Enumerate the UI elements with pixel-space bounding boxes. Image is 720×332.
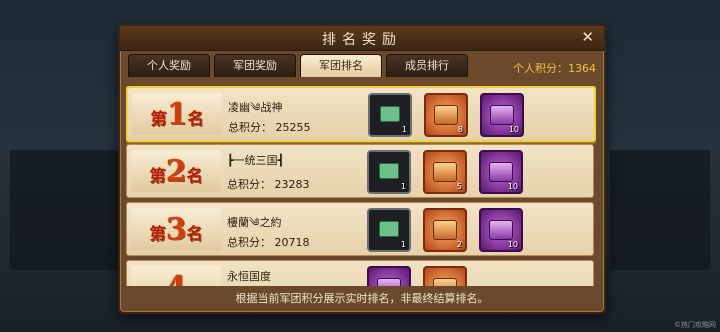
reward-gold-chest-icon[interactable]: 8 [424, 93, 468, 137]
personal-score: 个人积分：1364 [513, 62, 596, 75]
ranking-row-2[interactable]: 第2名 ┣一统三国┫ 总积分： 23283 1 5 10 [126, 144, 594, 198]
legion-name: ┣一统三国┫ [227, 154, 285, 167]
title-bar: 排名奖励 ✕ [120, 26, 604, 51]
tab-member-ranking[interactable]: 成员排行 [386, 54, 468, 77]
footer-note: 根据当前军团积分展示实时排名，非最终结算排名。 [235, 292, 489, 305]
legion-total-score: 总积分： 25255 [228, 121, 311, 134]
window-title: 排名奖励 [322, 32, 402, 48]
reward-purple-chest-icon[interactable] [367, 266, 411, 286]
reward-purple-chest-icon[interactable]: 10 [480, 93, 524, 137]
rank-label: 第2名 [149, 153, 203, 189]
reward-purple-chest-icon[interactable]: 10 [479, 150, 523, 194]
legion-name: 永恒国度 [227, 270, 271, 283]
tab-personal-rewards[interactable]: 个人奖励 [128, 54, 210, 77]
rank-badge: 第1名 [132, 93, 222, 135]
tab-legion-rewards[interactable]: 军团奖励 [214, 54, 296, 77]
ranking-row-4[interactable]: 4 永恒国度 [126, 260, 594, 286]
tab-legion-ranking[interactable]: 军团排名 [300, 54, 382, 77]
ranking-row-3[interactable]: 第3名 樓蘭༄之約 总积分： 20718 1 2 10 [126, 202, 594, 256]
ranking-row-1[interactable]: 第1名 凌幽༄战神 总积分： 25255 1 8 10 [126, 86, 596, 142]
legion-total-score: 总积分： 20718 [227, 236, 310, 249]
ranking-rewards-panel: 排名奖励 ✕ 个人奖励 军团奖励 军团排名 成员排行 个人积分：1364 第1名… [118, 24, 606, 314]
watermark: ©热门攻略网 [674, 321, 716, 329]
ranking-list[interactable]: 第1名 凌幽༄战神 总积分： 25255 1 8 10 第2名 ┣一统三国┫ 总… [126, 86, 596, 286]
rank-badge: 第2名 [131, 150, 221, 192]
reward-gold-chest-icon[interactable] [423, 266, 467, 286]
rank-badge: 第3名 [131, 208, 221, 250]
rank-label: 第1名 [150, 96, 204, 132]
rank-label: 4 [166, 270, 187, 287]
reward-purple-chest-icon[interactable]: 10 [479, 208, 523, 252]
rank-label: 第3名 [149, 211, 203, 247]
close-icon[interactable]: ✕ [581, 28, 594, 46]
reward-gold-chest-icon[interactable]: 5 [423, 150, 467, 194]
legion-total-score: 总积分： 23283 [227, 178, 310, 191]
reward-gold-chest-icon[interactable]: 2 [423, 208, 467, 252]
background-ship-right [610, 150, 710, 270]
background-ship-left [10, 150, 120, 270]
reward-card-icon[interactable]: 1 [368, 93, 412, 137]
reward-card-icon[interactable]: 1 [367, 150, 411, 194]
reward-card-icon[interactable]: 1 [367, 208, 411, 252]
rank-badge: 4 [131, 266, 221, 286]
